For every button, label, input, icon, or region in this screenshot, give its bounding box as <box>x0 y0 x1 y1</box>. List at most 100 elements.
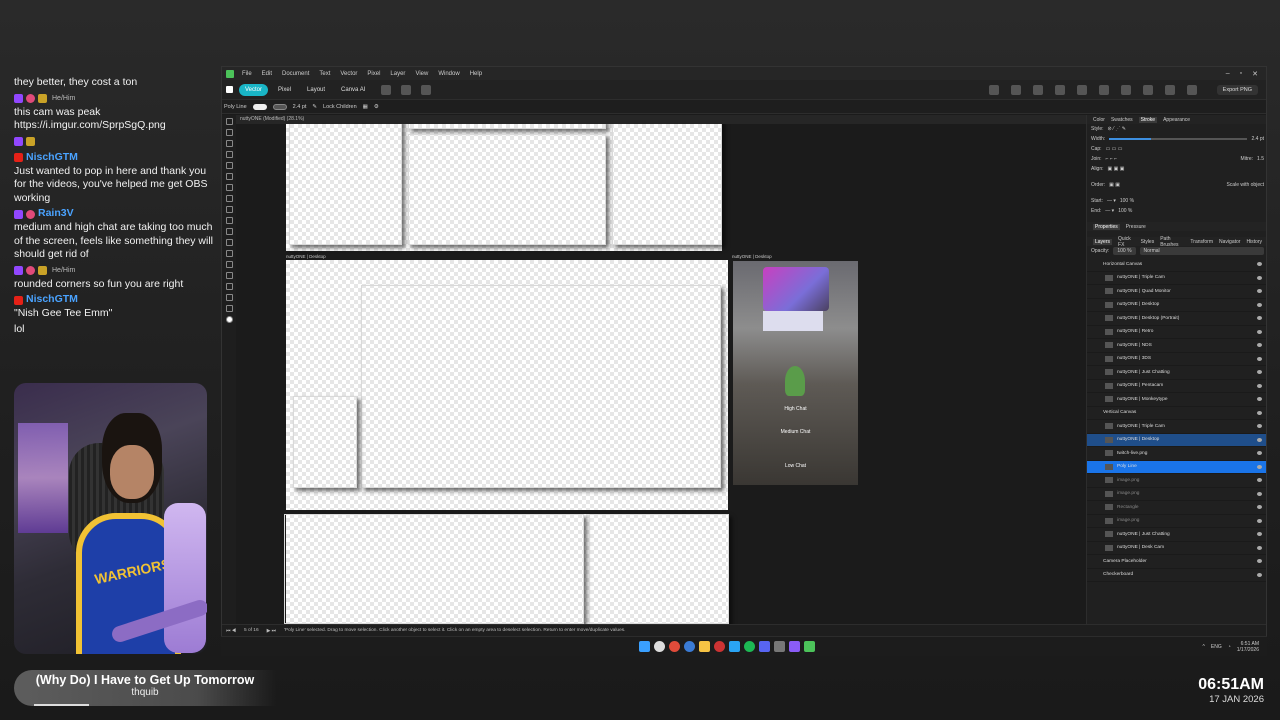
grid-icon[interactable]: ▦ <box>363 104 368 110</box>
cap-icons[interactable]: ▭ ▭ ▭ <box>1106 146 1123 152</box>
align-icons[interactable]: ▣ ▣ ▣ <box>1108 166 1125 172</box>
options-icon[interactable] <box>381 84 392 95</box>
tab-quick-fx[interactable]: Quick FX <box>1118 236 1135 248</box>
layer-row[interactable]: nuttyONE | Retro <box>1087 326 1266 339</box>
persona-canva-ai[interactable]: Canva AI <box>335 84 371 96</box>
close-doc-icon[interactable] <box>421 84 432 95</box>
layer-row[interactable]: Checkerboard <box>1087 569 1266 582</box>
layer-row[interactable]: nuttyONE | Just Chatting <box>1087 528 1266 542</box>
boolean-add-icon[interactable] <box>1032 84 1043 95</box>
tab-navigator[interactable]: Navigator <box>1219 239 1240 245</box>
visibility-eye-icon[interactable] <box>1257 518 1262 523</box>
fill-swatch[interactable] <box>252 103 267 110</box>
eyedropper-tool-icon[interactable] <box>225 283 233 290</box>
layer-row[interactable]: nuttyONE | Triple Cam <box>1087 420 1266 434</box>
rotate-icon[interactable] <box>1098 84 1109 95</box>
export-button[interactable]: Export PNG <box>1216 84 1258 95</box>
tab-stroke[interactable]: Stroke <box>1138 116 1158 123</box>
menu-item-pixel[interactable]: Pixel <box>367 71 380 77</box>
layer-row[interactable]: nuttyONE | Pentacam <box>1087 380 1266 393</box>
order-icons[interactable]: ▣ ▣ <box>1109 182 1120 188</box>
edge-icon[interactable] <box>684 641 695 652</box>
visibility-eye-icon[interactable] <box>1257 397 1262 402</box>
layer-row[interactable]: nuttyONE | Desk Cam <box>1087 542 1266 555</box>
node-tool-icon[interactable] <box>225 129 233 136</box>
pencil-icon[interactable]: ✎ <box>312 104 317 110</box>
rectangle-tool-icon[interactable] <box>225 228 233 235</box>
artboard-bottom[interactable] <box>284 514 729 624</box>
hand-tool-icon[interactable] <box>225 294 233 301</box>
transparency-tool-icon[interactable] <box>225 206 233 213</box>
color-wheel-icon[interactable] <box>225 316 233 323</box>
visibility-eye-icon[interactable] <box>1257 437 1262 442</box>
visibility-eye-icon[interactable] <box>1257 559 1262 564</box>
tab-layers[interactable]: Layers <box>1093 238 1113 245</box>
tab-pressure[interactable]: Pressure <box>1126 224 1146 230</box>
end-arrow[interactable]: — ▾ <box>1105 208 1114 214</box>
style-none-icon[interactable]: ⊘ ⁄ ⋰ ✎ <box>1108 126 1126 132</box>
menu-item-document[interactable]: Document <box>282 71 309 77</box>
persona-vector[interactable]: Vector <box>239 83 269 96</box>
end-pct[interactable]: 100 % <box>1118 208 1132 214</box>
vertical-canvas-preview[interactable]: High Chat Medium Chat Low Chat <box>733 261 858 485</box>
text-tool-icon[interactable] <box>225 250 233 257</box>
spotify-icon[interactable] <box>744 641 755 652</box>
menu-item-text[interactable]: Text <box>319 71 330 77</box>
brush-tool-icon[interactable] <box>225 173 233 180</box>
artboard-desktop[interactable] <box>286 260 728 510</box>
visibility-eye-icon[interactable] <box>1257 370 1262 375</box>
visibility-eye-icon[interactable] <box>1257 410 1262 415</box>
stroke-width-value[interactable]: 2.4 pt <box>293 104 307 110</box>
mask-icon[interactable] <box>1164 84 1175 95</box>
align-icon[interactable] <box>988 84 999 95</box>
close-icon[interactable]: ✕ <box>1252 70 1258 78</box>
visibility-eye-icon[interactable] <box>1257 275 1262 280</box>
tab-swatches[interactable]: Swatches <box>1111 117 1133 123</box>
menu-item-file[interactable]: File <box>242 71 252 77</box>
visibility-eye-icon[interactable] <box>1257 329 1262 334</box>
layer-row[interactable]: nuttyONE | NDS <box>1087 339 1266 353</box>
visibility-eye-icon[interactable] <box>1257 478 1262 483</box>
frame-text-tool-icon[interactable] <box>225 261 233 268</box>
boolean-subtract-icon[interactable] <box>1054 84 1065 95</box>
distribute-icon[interactable] <box>1120 84 1131 95</box>
wifi-icon[interactable]: ◔ <box>1228 644 1231 650</box>
page-nav-next-icons[interactable]: ▶ ⏭ <box>267 628 276 634</box>
fill-tool-icon[interactable] <box>225 184 233 191</box>
visibility-eye-icon[interactable] <box>1257 356 1262 361</box>
top-panel-right[interactable] <box>612 124 722 245</box>
start-icon[interactable] <box>639 641 650 652</box>
affinity-icon[interactable] <box>226 86 233 93</box>
tab-appearance[interactable]: Appearance <box>1163 117 1190 123</box>
lock-children-toggle[interactable]: Lock Children <box>323 104 357 110</box>
layer-row[interactable]: nuttyONE | 3DS <box>1087 353 1266 366</box>
menu-item-layer[interactable]: Layer <box>390 71 405 77</box>
affinity-taskbar-icon[interactable] <box>804 641 815 652</box>
visibility-eye-icon[interactable] <box>1257 505 1262 510</box>
taskbar-clock[interactable]: 6:51 AM 1/17/2026 <box>1237 641 1259 653</box>
top-panel-strip[interactable] <box>408 124 606 129</box>
visibility-eye-icon[interactable] <box>1257 545 1262 550</box>
twitch-icon[interactable] <box>789 641 800 652</box>
start-arrow[interactable]: — ▾ <box>1107 198 1116 204</box>
group-icon[interactable] <box>1142 84 1153 95</box>
opacity-value[interactable]: 100 % <box>1113 247 1136 255</box>
corner-tool-icon[interactable] <box>225 140 233 147</box>
visibility-eye-icon[interactable] <box>1257 289 1262 294</box>
top-panel-center[interactable] <box>408 134 606 245</box>
blend-mode-select[interactable]: Normal <box>1139 247 1264 255</box>
menu-item-window[interactable]: Window <box>438 71 459 77</box>
desktop-side-panel[interactable] <box>293 396 357 488</box>
crop-tool-icon[interactable] <box>225 217 233 224</box>
layer-row[interactable]: Camera Placeholder <box>1087 555 1266 569</box>
artboard-top[interactable] <box>286 124 722 251</box>
minimize-icon[interactable]: – <box>1226 70 1230 78</box>
layer-row[interactable]: nuttyONE | Monkeytype <box>1087 393 1266 407</box>
top-panel-left[interactable] <box>289 124 402 245</box>
visibility-eye-icon[interactable] <box>1257 464 1262 469</box>
discord-icon[interactable] <box>759 641 770 652</box>
tab-properties[interactable]: Properties <box>1093 223 1120 230</box>
gradient-tool-icon[interactable] <box>225 195 233 202</box>
zoom-tool-icon[interactable] <box>225 305 233 312</box>
layer-row[interactable]: Rectangle <box>1087 501 1266 515</box>
